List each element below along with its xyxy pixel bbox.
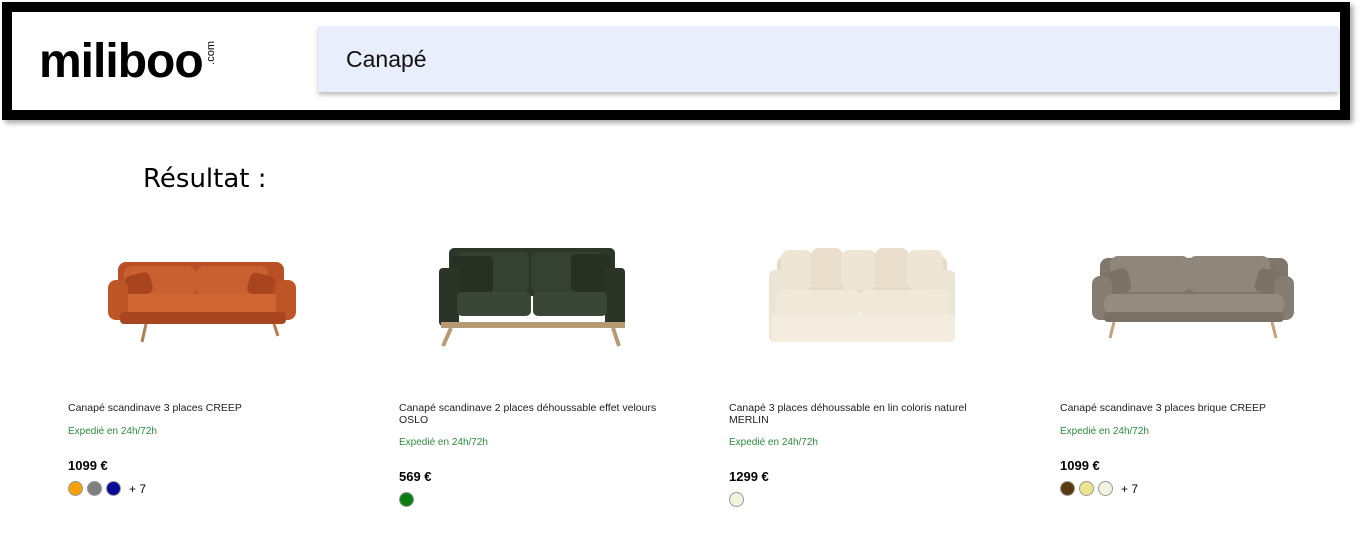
color-swatches: + 7 [1060,481,1138,496]
shipping-info: Expedié en 24h/72h [399,437,488,448]
color-swatch[interactable] [1098,481,1113,496]
color-swatch[interactable] [729,492,744,507]
more-colors[interactable]: + 7 [1121,482,1138,496]
product-image[interactable] [68,236,368,366]
product-price: 1099 € [1060,458,1100,473]
sofa-illustration [769,248,955,342]
more-colors[interactable]: + 7 [129,482,146,496]
color-swatch[interactable] [1060,481,1075,496]
search-query: Canapé [346,46,427,72]
search-input[interactable]: Canapé [318,26,1338,92]
product-image[interactable] [1060,236,1360,366]
product-image[interactable] [399,236,699,366]
shipping-info: Expedié en 24h/72h [729,437,818,448]
color-swatch[interactable] [399,492,414,507]
product-price: 1299 € [729,469,769,484]
color-swatches: + 7 [68,481,146,496]
shipping-info: Expedié en 24h/72h [68,426,157,437]
product-price: 1099 € [68,458,108,473]
color-swatch[interactable] [1079,481,1094,496]
product-name[interactable]: Canapé 3 places déhoussable en lin color… [729,402,999,426]
product-name[interactable]: Canapé scandinave 3 places brique CREEP [1060,402,1330,414]
color-swatch[interactable] [87,481,102,496]
color-swatches [729,492,748,507]
product-name[interactable]: Canapé scandinave 2 places déhoussable e… [399,402,669,426]
site-header: miliboo .com Canapé [2,2,1350,120]
color-swatches [399,492,418,507]
sofa-illustration [1092,256,1294,339]
logo-suffix: .com [204,41,217,65]
miliboo-logo[interactable]: miliboo .com [39,38,217,98]
color-swatch[interactable] [68,481,83,496]
results-heading: Résultat : [143,164,267,194]
product-price: 569 € [399,469,432,484]
logo-text: miliboo [39,35,204,88]
sofa-illustration [439,248,625,347]
product-image[interactable] [729,236,1029,366]
shipping-info: Expedié en 24h/72h [1060,426,1149,437]
color-swatch[interactable] [106,481,121,496]
product-name[interactable]: Canapé scandinave 3 places CREEP [68,402,338,414]
sofa-illustration [108,262,296,343]
